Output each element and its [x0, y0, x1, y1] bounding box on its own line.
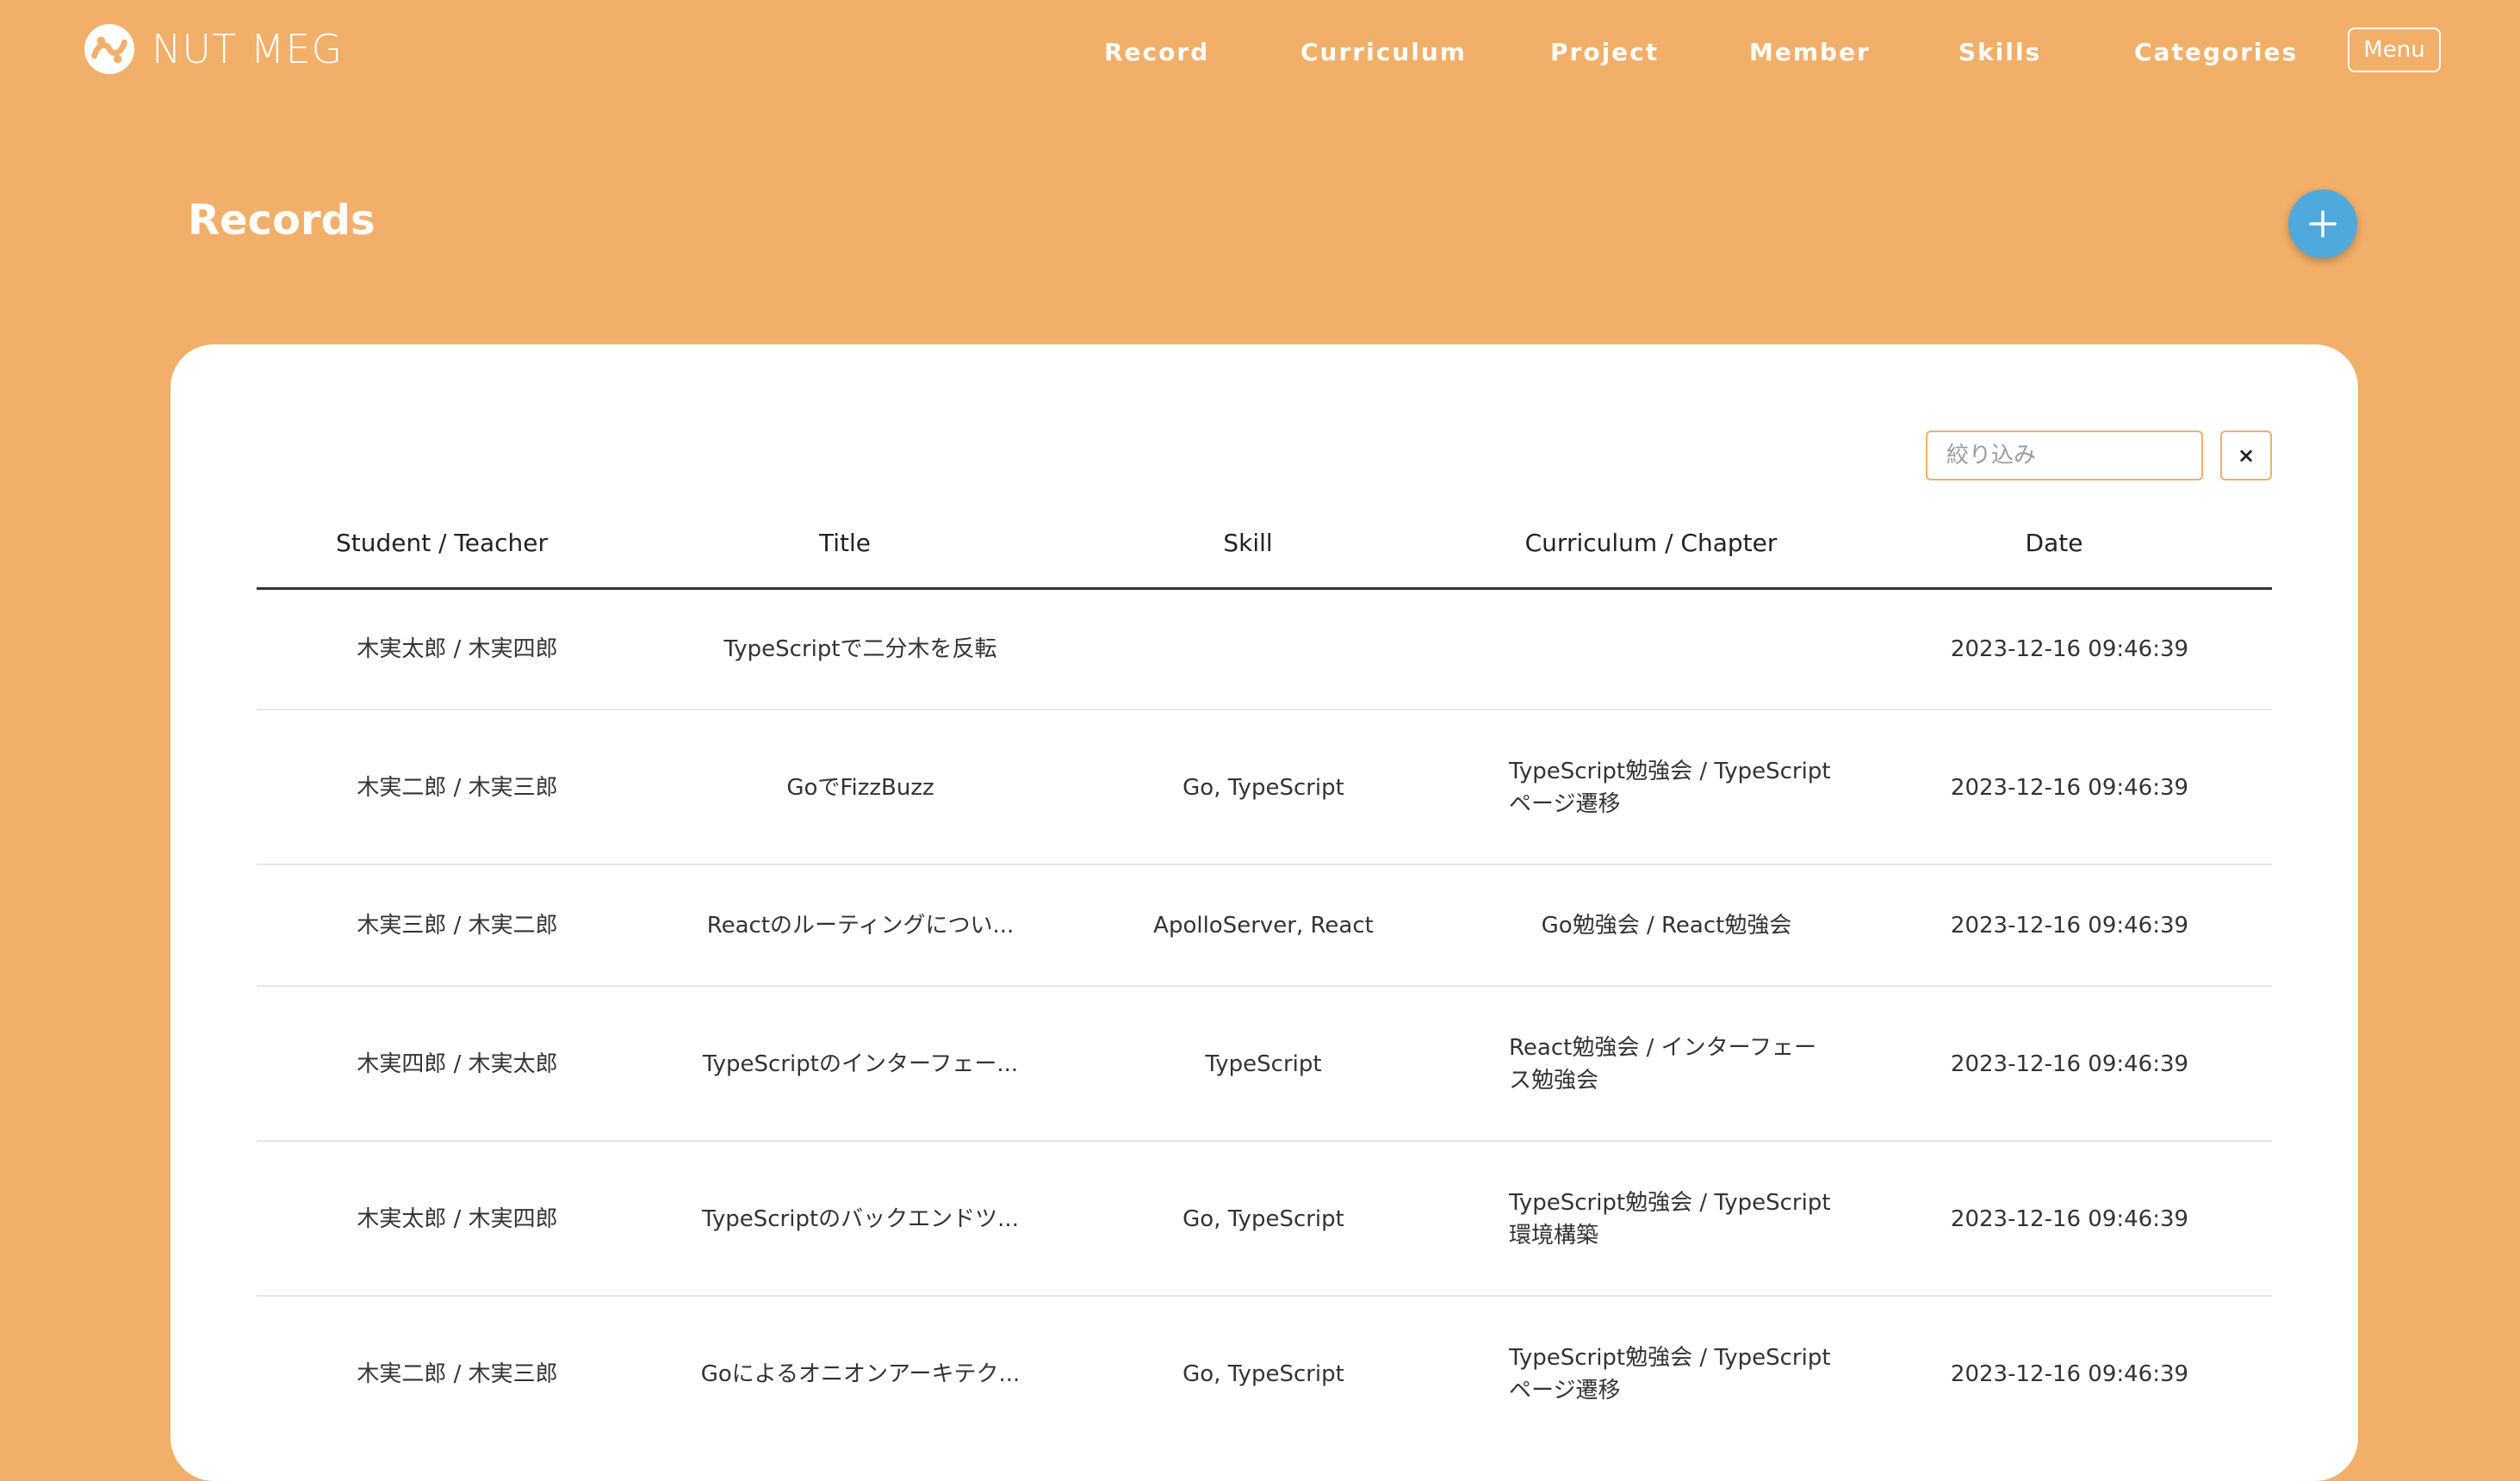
cell-date: 2023-12-16 09:46:39 [1950, 1206, 2189, 1232]
table-row[interactable]: 木実太郎 / 木実四郎 TypeScriptのバックエンドツ... Go, Ty… [257, 1142, 2272, 1297]
add-record-button[interactable] [2288, 189, 2357, 258]
cell-student-teacher: 木実二郎 / 木実三郎 [357, 1361, 558, 1387]
cell-date: 2023-12-16 09:46:39 [1950, 1361, 2189, 1387]
cell-curriculum: TypeScript勉強会 / TypeScript ページ遷移 [1509, 1342, 1836, 1407]
cell-date: 2023-12-16 09:46:39 [1950, 636, 2189, 662]
cell-student-teacher: 木実太郎 / 木実四郎 [357, 1206, 558, 1232]
cell-student-teacher: 木実太郎 / 木実四郎 [357, 636, 558, 662]
cell-curriculum-line: TypeScript勉強会 / TypeScript [1509, 1345, 1831, 1371]
nav-record[interactable]: Record [1104, 38, 1209, 66]
cell-student-teacher: 木実三郎 / 木実二郎 [357, 913, 558, 939]
records-card: × Student / Teacher Title Skill Curricul… [171, 344, 2358, 1481]
brand-logo[interactable]: NUT MEG [83, 22, 343, 76]
cell-curriculum-line: TypeScript勉強会 / TypeScript [1509, 759, 1831, 784]
cell-title: Goによるオニオンアーキテク... [700, 1361, 1021, 1387]
table-header: Student / Teacher Title Skill Curriculum… [257, 501, 2272, 590]
nav-curriculum[interactable]: Curriculum [1300, 38, 1467, 66]
nutmeg-logo-icon [84, 23, 135, 75]
table-row[interactable]: 木実四郎 / 木実太郎 TypeScriptのインターフェー... TypeSc… [257, 987, 2272, 1142]
cell-title: TypeScriptで二分木を反転 [723, 636, 997, 662]
cell-date: 2023-12-16 09:46:39 [1950, 913, 2189, 939]
nav-project[interactable]: Project [1550, 38, 1659, 66]
nav-categories[interactable]: Categories [2134, 38, 2298, 66]
cell-date: 2023-12-16 09:46:39 [1950, 1051, 2189, 1077]
cell-title: TypeScriptのバックエンドツ... [702, 1206, 1019, 1232]
table-row[interactable]: 木実三郎 / 木実二郎 Reactのルーティングについ... ApolloSer… [257, 865, 2272, 987]
menu-button[interactable]: Menu [2348, 28, 2441, 72]
header-skill[interactable]: Skill [1223, 529, 1272, 557]
header-curriculum-chapter[interactable]: Curriculum / Chapter [1525, 529, 1778, 557]
page-title: Records [188, 196, 376, 245]
cell-title: Reactのルーティングについ... [706, 913, 1015, 939]
table-row[interactable]: 木実二郎 / 木実三郎 Goによるオニオンアーキテク... Go, TypeSc… [257, 1297, 2272, 1452]
cell-skill: Go, TypeScript [1182, 1206, 1344, 1232]
cell-skill: TypeScript [1205, 1051, 1322, 1077]
cell-skill: Go, TypeScript [1182, 775, 1344, 801]
cell-curriculum-line: React勉強会 / インターフェー [1509, 1035, 1817, 1061]
clear-filter-button[interactable]: × [2220, 431, 2272, 480]
cell-curriculum-line: 環境構築 [1509, 1223, 1599, 1249]
cell-student-teacher: 木実四郎 / 木実太郎 [357, 1051, 558, 1077]
records-table: Student / Teacher Title Skill Curriculum… [257, 501, 2272, 1452]
cell-title: GoでFizzBuzz [786, 775, 934, 801]
table-row[interactable]: 木実太郎 / 木実四郎 TypeScriptで二分木を反転 2023-12-16… [257, 590, 2272, 710]
cell-student-teacher: 木実二郎 / 木実三郎 [357, 775, 558, 801]
cell-curriculum: TypeScript勉強会 / TypeScript ページ遷移 [1509, 755, 1836, 821]
cell-curriculum-line: ページ遷移 [1509, 1378, 1621, 1404]
filter-input[interactable] [1926, 431, 2203, 480]
cell-skill: Go, TypeScript [1182, 1361, 1344, 1387]
cell-curriculum: TypeScript勉強会 / TypeScript 環境構築 [1509, 1187, 1836, 1252]
cell-curriculum: Go勉強会 / React勉強会 [1541, 913, 1792, 939]
nav-member[interactable]: Member [1749, 38, 1871, 66]
cell-skill: ApolloServer, React [1153, 913, 1374, 939]
plus-icon [2309, 210, 2337, 238]
header-title[interactable]: Title [819, 529, 871, 557]
cell-curriculum-line: ス勉強会 [1509, 1068, 1599, 1094]
nav-skills[interactable]: Skills [1958, 38, 2041, 66]
top-header: NUT MEG Record Curriculum Project Member… [0, 0, 2520, 103]
cell-curriculum: React勉強会 / インターフェー ス勉強会 [1509, 1032, 1836, 1097]
cell-curriculum-line: TypeScript勉強会 / TypeScript [1509, 1190, 1831, 1216]
table-row[interactable]: 木実二郎 / 木実三郎 GoでFizzBuzz Go, TypeScript T… [257, 710, 2272, 865]
cell-title: TypeScriptのインターフェー... [702, 1051, 1019, 1077]
cell-date: 2023-12-16 09:46:39 [1950, 775, 2189, 801]
header-date[interactable]: Date [2026, 529, 2083, 557]
brand-name: NUT MEG [152, 26, 344, 72]
header-student-teacher[interactable]: Student / Teacher [336, 529, 548, 557]
cell-curriculum-line: ページ遷移 [1509, 791, 1621, 817]
